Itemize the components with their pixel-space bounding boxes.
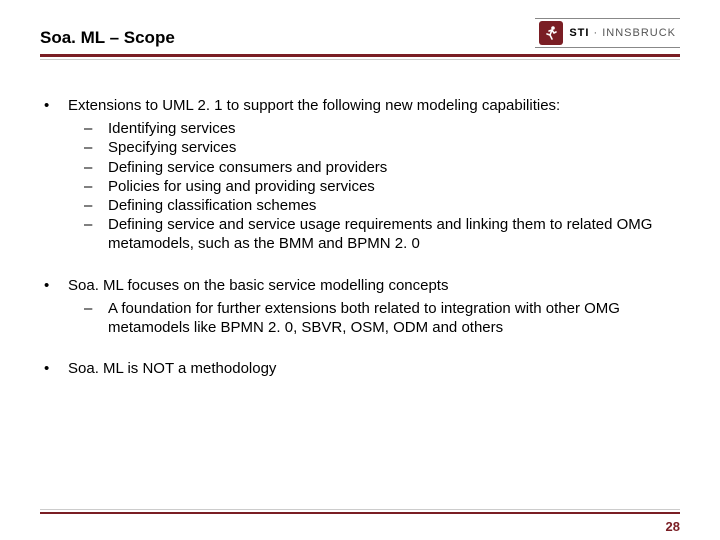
bullet-text: Extensions to UML 2. 1 to support the fo… xyxy=(68,96,680,115)
runner-icon xyxy=(539,21,563,45)
bullet-level1: • Extensions to UML 2. 1 to support the … xyxy=(40,96,680,115)
bullet-level2: –A foundation for further extensions bot… xyxy=(84,299,680,337)
bullet-level2: –Defining classification schemes xyxy=(84,196,680,215)
bullet-mark: • xyxy=(40,276,68,295)
bullet-level2: –Defining service consumers and provider… xyxy=(84,158,680,177)
bullet-level2: –Defining service and service usage requ… xyxy=(84,215,680,253)
bullet-level1: • Soa. ML focuses on the basic service m… xyxy=(40,276,680,295)
bullet-mark: • xyxy=(40,96,68,115)
bullet-level1: • Soa. ML is NOT a methodology xyxy=(40,359,680,378)
footer-divider-light xyxy=(40,509,680,510)
bullet-mark: • xyxy=(40,359,68,378)
brand-logo: STI · INNSBRUCK xyxy=(535,18,680,48)
footer-divider-dark xyxy=(40,512,680,514)
page-number: 28 xyxy=(666,519,680,534)
bullet-text: Soa. ML focuses on the basic service mod… xyxy=(68,276,680,295)
bullet-level2: –Policies for using and providing servic… xyxy=(84,177,680,196)
bullet-level2: –Identifying services xyxy=(84,119,680,138)
bullet-text: Soa. ML is NOT a methodology xyxy=(68,359,680,378)
header-divider-dark xyxy=(40,54,680,57)
slide-body: • Extensions to UML 2. 1 to support the … xyxy=(0,60,720,378)
brand-text: STI · INNSBRUCK xyxy=(569,27,676,39)
slide-title: Soa. ML – Scope xyxy=(40,28,175,48)
bullet-level2: –Specifying services xyxy=(84,138,680,157)
